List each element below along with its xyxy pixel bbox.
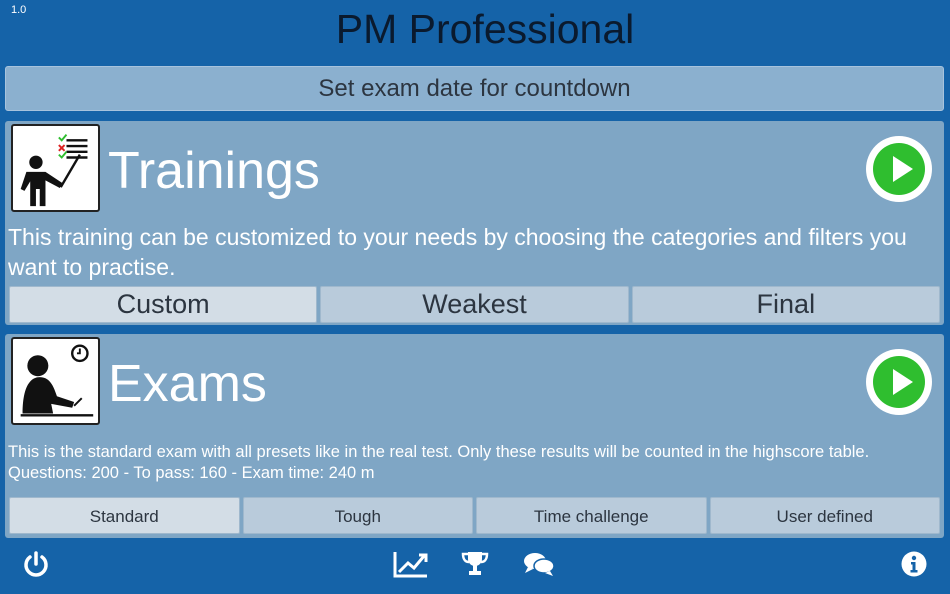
trainings-description: This training can be customized to your … (8, 224, 907, 280)
exams-play-button[interactable] (866, 349, 932, 415)
exams-description: This is the standard exam with all prese… (8, 442, 948, 484)
exams-panel: Exams This is the standard exam with all… (5, 334, 944, 538)
training-custom-button[interactable]: Custom (9, 286, 318, 323)
trainings-title: Trainings (108, 142, 320, 200)
trainings-play-button[interactable] (866, 136, 932, 202)
app-title: PM Professional (335, 6, 635, 52)
set-exam-date-button[interactable]: Set exam date for countdown (5, 66, 944, 111)
training-final-button[interactable]: Final (631, 286, 940, 323)
statistics-chart-icon[interactable] (393, 548, 429, 580)
info-icon[interactable] (898, 548, 930, 580)
play-icon (873, 356, 925, 408)
exams-description-text: This is the standard exam with all prese… (8, 443, 870, 461)
training-mode-selector: Custom Weakest Final (9, 286, 940, 323)
exams-details-text: Questions: 200 - To pass: 160 - Exam tim… (8, 464, 375, 482)
trainings-panel: Trainings This training can be customize… (5, 121, 944, 325)
play-icon (873, 143, 925, 195)
training-weakest-button[interactable]: Weakest (320, 286, 629, 323)
exam-writer-icon (11, 337, 100, 425)
exam-mode-selector: Standard Tough Time challenge User defin… (9, 497, 940, 534)
power-icon[interactable] (20, 548, 52, 580)
trophy-icon[interactable] (459, 548, 491, 580)
chat-icon[interactable] (522, 548, 556, 580)
exam-tough-button[interactable]: Tough (242, 497, 473, 534)
exam-time-challenge-button[interactable]: Time challenge (476, 497, 707, 534)
exams-title: Exams (108, 355, 267, 413)
exam-standard-button[interactable]: Standard (9, 497, 240, 534)
exam-user-defined-button[interactable]: User defined (709, 497, 940, 534)
teacher-icon (11, 124, 100, 212)
